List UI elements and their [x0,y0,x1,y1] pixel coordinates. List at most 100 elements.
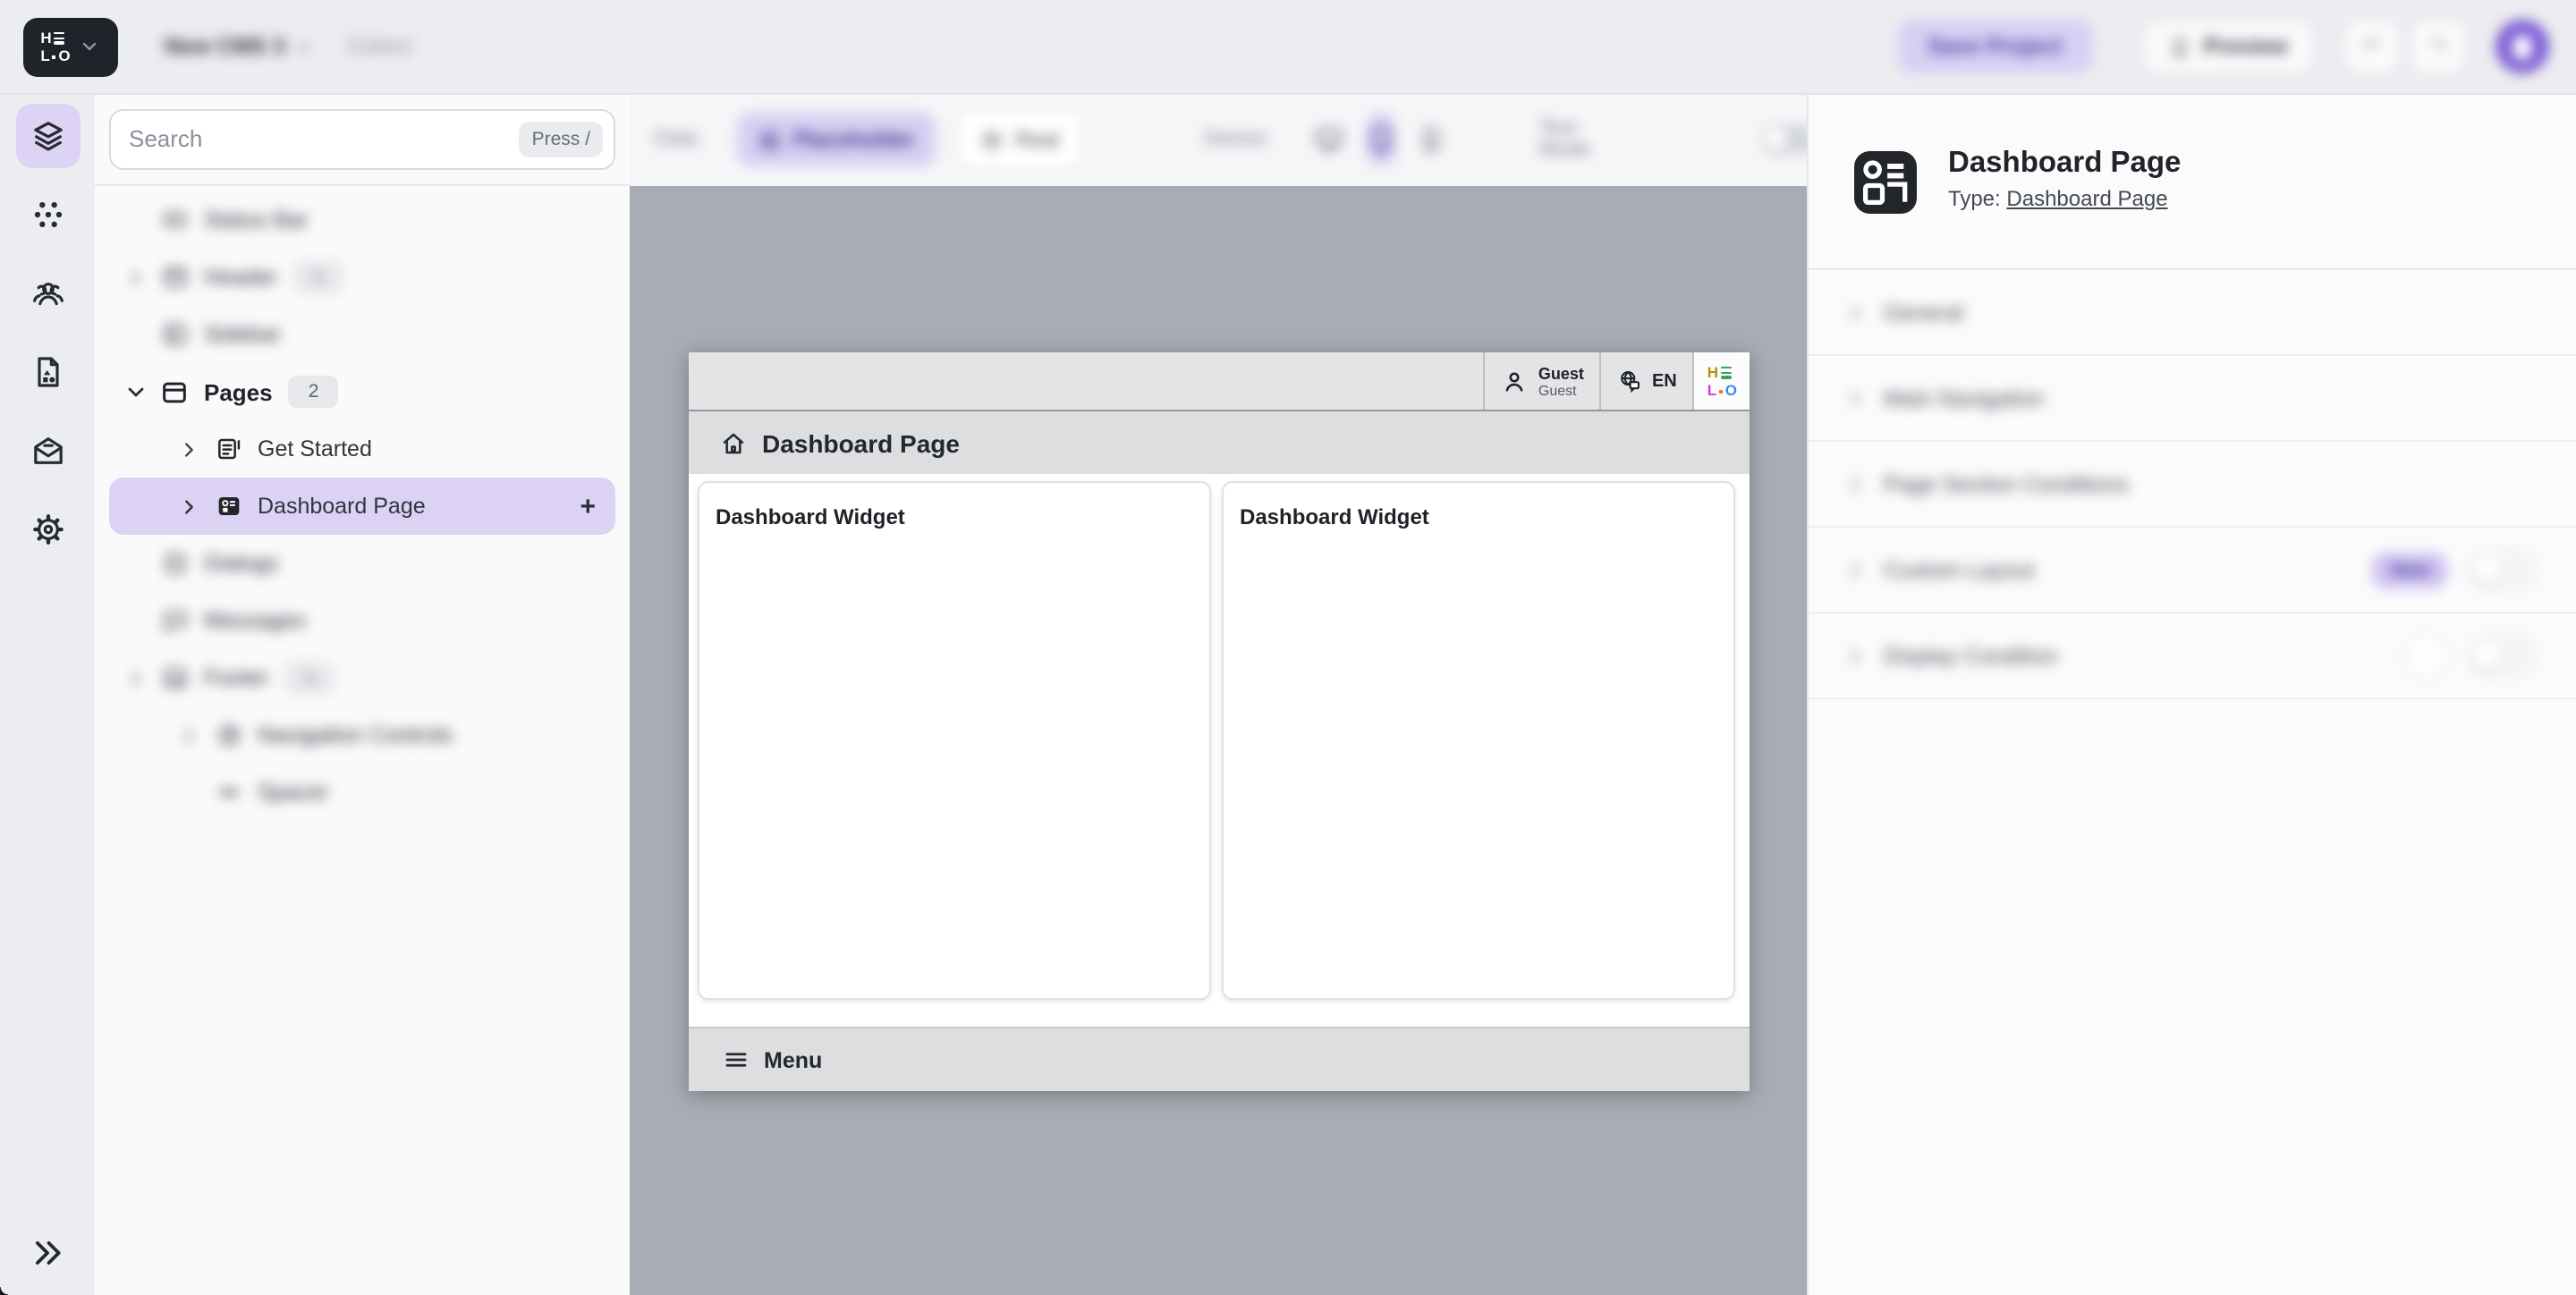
user-chip[interactable]: Guest Guest [1483,352,1600,410]
icon-rail [0,93,97,1295]
sidebar-icon [159,320,190,349]
nav-controls-icon [213,721,243,749]
inspector-title: Dashboard Page [1948,145,2181,181]
project-name[interactable]: New CMS 3 [165,34,285,59]
screen: H L O New CMS 3 Edited Save Project Prev… [0,0,2576,1295]
tree-item-dialogs[interactable]: Dialogs [109,535,615,592]
user-avatar[interactable] [2496,20,2549,73]
condition-icon-button[interactable] [2404,634,2447,677]
inspector-type-line: Type: Dashboard Page [1948,186,2181,211]
app-logo-menu[interactable]: H L O [23,17,118,76]
display-condition-toggle[interactable] [2469,637,2537,674]
rail-item-settings[interactable] [15,497,80,562]
tree-item-dashboard-page[interactable]: Dashboard Page + [109,478,615,535]
tree-item-spacer[interactable]: Spacer [109,764,615,821]
helo-logo-icon: H L O [1707,366,1737,397]
data-mode-placeholder-button[interactable]: Placeholder [738,113,936,166]
tree-item-navigation-controls[interactable]: Navigation Controls [109,707,615,764]
redo-button[interactable]: ↷ [2411,20,2465,73]
media-file-icon [30,354,65,390]
device-label: Device [1204,129,1267,150]
type-link[interactable]: Dashboard Page [2006,186,2167,211]
chevron-right-icon [1844,559,1866,580]
expand-chevron-icon[interactable] [174,725,204,745]
rail-item-components[interactable] [15,182,80,247]
section-main-navigation[interactable]: Main Navigation [1809,356,2576,442]
language-chip[interactable]: EN [1600,352,1693,410]
page-preview-frame: Guest Guest EN H L O [689,352,1750,1091]
page-structure-tree: Status Bar Header 1 Sidebar [95,186,630,821]
person-icon [1501,368,1528,394]
rail-item-users[interactable] [15,261,80,326]
save-project-button[interactable]: Save Project [1897,20,2092,73]
preview-page-title-bar[interactable]: Dashboard Page [689,411,1750,474]
device-phone-button[interactable] [1417,125,1445,154]
inspector-header: Dashboard Page Type: Dashboard Page [1809,93,2576,270]
widget-title: Dashboard Widget [716,504,905,529]
rail-item-mail[interactable] [15,419,80,483]
cms-builder-app: H L O New CMS 3 Edited Save Project Prev… [0,0,2576,1295]
search-input[interactable] [111,125,520,152]
mail-icon [30,433,65,469]
section-page-section-conditions[interactable]: Page Section Conditions [1809,442,2576,528]
footer-icon [159,664,190,692]
tree-item-header[interactable]: Header 1 [109,249,615,306]
canvas-background: Guest Guest EN H L O [630,186,1807,1295]
tree-item-footer[interactable]: Footer 1 [109,649,615,707]
settings-gear-icon [30,512,65,547]
tablet-icon [1367,125,1395,154]
expand-chevron-icon[interactable] [120,267,150,287]
search-shortcut-hint: Press / [520,121,603,157]
preview-brand-chip[interactable]: H L O [1693,352,1750,410]
database-icon [981,128,1004,151]
section-general[interactable]: General [1809,270,2576,356]
preview-page-title: Dashboard Page [762,428,960,457]
status-bar-icon [159,206,190,234]
expand-chevron-icon[interactable] [174,496,204,516]
pages-icon [159,377,190,407]
text-mode-label: Text Mode [1538,118,1590,161]
section-display-condition[interactable]: Display Condition [1809,614,2576,699]
undo-button[interactable]: ↶ [2345,20,2399,73]
expand-panel-button[interactable] [30,1236,64,1270]
preview-button[interactable]: Preview [2142,20,2313,73]
search-box[interactable]: Press / [109,108,615,169]
add-section-button[interactable]: + [580,493,596,520]
collapse-chevron-icon[interactable] [120,381,150,402]
tree-item-get-started[interactable]: Get Started [109,420,615,478]
rail-item-media[interactable] [15,340,80,404]
device-desktop-button[interactable] [1313,123,1345,156]
apps-grid-icon [30,197,65,233]
preview-menu-bar[interactable]: Menu [689,1027,1750,1091]
dashboard-widget-card[interactable]: Dashboard Widget [1222,481,1735,1000]
custom-layout-toggle[interactable] [2469,551,2537,588]
hamburger-menu-icon [723,1046,750,1073]
device-tablet-button[interactable] [1367,113,1395,166]
structure-panel: Press / Status Bar Header 1 [95,93,631,1295]
dashboard-widget-card[interactable]: Dashboard Widget [698,481,1211,1000]
chevrons-right-icon [30,1236,64,1270]
tree-item-messages[interactable]: Messages [109,592,615,649]
header-icon [159,263,190,292]
canvas-toolbar: Data Placeholder Real Device Text Mode [630,93,1807,188]
section-custom-layout[interactable]: Custom Layout New [1809,528,2576,614]
rail-item-structure[interactable] [15,104,80,168]
expand-chevron-icon[interactable] [174,439,204,459]
search-row: Press / [95,93,630,186]
preview-top-bar: Guest Guest EN H L O [689,352,1750,411]
tree-item-sidebar[interactable]: Sidebar [109,306,615,363]
chevron-down-icon [294,37,314,56]
expand-chevron-icon[interactable] [120,668,150,688]
phone-icon [2167,35,2190,58]
users-icon [30,275,65,311]
data-mode-real-button[interactable]: Real [958,111,1082,168]
chevron-right-icon [1844,301,1866,323]
tree-item-status-bar[interactable]: Status Bar [109,191,615,249]
monitor-icon [1313,123,1345,156]
image-icon [759,128,783,151]
screen-corner [0,1287,8,1295]
tree-item-pages[interactable]: Pages 2 [109,363,615,420]
data-label: Data [655,129,699,150]
layers-icon [30,118,65,154]
chevron-right-icon [1844,645,1866,666]
